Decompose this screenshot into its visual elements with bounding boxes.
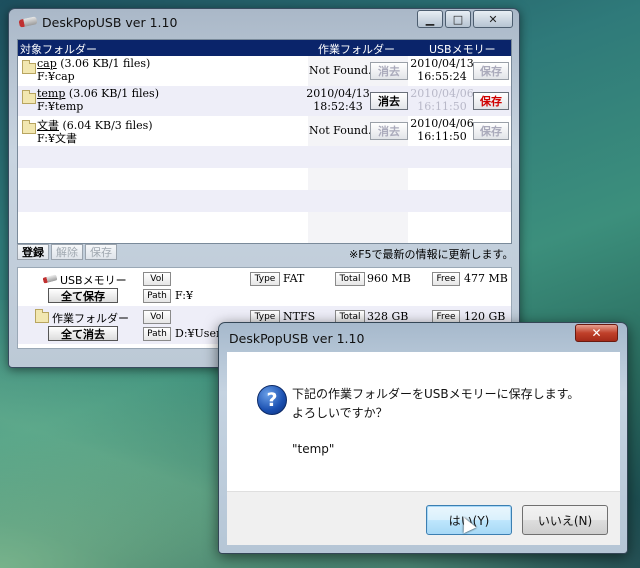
usb-info-row: USBメモリー 全て保存 Vol Path F:¥ Type FAT Total… bbox=[18, 268, 511, 306]
register-button[interactable]: 登録 bbox=[17, 244, 49, 260]
save-button[interactable]: 保存 bbox=[473, 122, 509, 140]
list-item[interactable]: 文書 (6.04 KB/3 files) F:¥文書 Not Found. 消去… bbox=[18, 116, 511, 146]
confirm-dialog: DeskPopUSB ver 1.10 ✕ ? 下記の作業フォルダーをUSBメモ… bbox=[218, 322, 628, 554]
clear-button[interactable]: 消去 bbox=[370, 122, 408, 140]
total-tag: Total bbox=[335, 272, 365, 286]
work-label: 作業フォルダー bbox=[52, 312, 129, 325]
usb-app-icon bbox=[18, 16, 38, 28]
dialog-body: ? 下記の作業フォルダーをUSBメモリーに保存します。 よろしいですか？ "te… bbox=[227, 352, 620, 491]
folder-icon bbox=[22, 120, 36, 134]
item-path: F:¥cap bbox=[37, 70, 75, 83]
list-item[interactable]: cap (3.06 KB/1 files) F:¥cap Not Found. … bbox=[18, 56, 511, 86]
main-window: DeskPopUSB ver 1.10 ▁ □ ✕ 対象フォルダー 作業フォルダ… bbox=[8, 8, 520, 368]
clear-all-button[interactable]: 全て消去 bbox=[48, 326, 118, 341]
free-tag: Free bbox=[432, 272, 460, 286]
minimize-button[interactable]: ▁ bbox=[417, 10, 443, 28]
column-usb[interactable]: USBメモリー bbox=[429, 41, 496, 57]
refresh-notice: ※F5で最新の情報に更新します。 bbox=[349, 248, 514, 261]
path-tag: Path bbox=[143, 289, 171, 303]
empty-row bbox=[18, 190, 511, 212]
release-button[interactable]: 解除 bbox=[51, 244, 83, 260]
list-item[interactable]: temp (3.06 KB/1 files) F:¥temp 2010/04/1… bbox=[18, 86, 511, 116]
usb-free: 477 MB bbox=[464, 272, 508, 285]
main-window-title: DeskPopUSB ver 1.10 bbox=[42, 15, 178, 30]
main-titlebar[interactable]: DeskPopUSB ver 1.10 ▁ □ ✕ bbox=[9, 9, 519, 37]
save-all-button[interactable]: 全て保存 bbox=[48, 288, 118, 303]
empty-row bbox=[18, 212, 511, 234]
save-button[interactable]: 保存 bbox=[473, 92, 509, 110]
question-icon: ? bbox=[257, 385, 287, 415]
folder-list[interactable]: 対象フォルダー 作業フォルダー USBメモリー cap (3.06 KB/1 f… bbox=[17, 39, 512, 244]
item-path: F:¥temp bbox=[37, 100, 84, 113]
maximize-button[interactable]: □ bbox=[445, 10, 471, 28]
close-button[interactable]: ✕ bbox=[473, 10, 513, 28]
usb-date: 2010/04/13 bbox=[410, 57, 474, 70]
usb-time: 16:11:50 bbox=[417, 130, 467, 143]
work-date: 2010/04/13 bbox=[306, 87, 370, 100]
list-header: 対象フォルダー 作業フォルダー USBメモリー bbox=[18, 40, 511, 56]
column-work[interactable]: 作業フォルダー bbox=[318, 41, 395, 57]
dialog-button-bar: はい(Y) いいえ(N) bbox=[227, 491, 620, 545]
save-tab-button[interactable]: 保存 bbox=[85, 244, 117, 260]
dialog-close-button[interactable]: ✕ bbox=[575, 324, 618, 342]
clear-button[interactable]: 消去 bbox=[370, 92, 408, 110]
usb-total: 960 MB bbox=[367, 272, 411, 285]
column-target[interactable]: 対象フォルダー bbox=[20, 41, 97, 57]
dialog-message-line1: 下記の作業フォルダーをUSBメモリーに保存します。 bbox=[292, 387, 580, 401]
dialog-message-line2: よろしいですか？ bbox=[292, 406, 388, 420]
usb-type: FAT bbox=[283, 272, 305, 285]
clear-button[interactable]: 消去 bbox=[370, 62, 408, 80]
dialog-title: DeskPopUSB ver 1.10 bbox=[229, 331, 365, 346]
folder-icon bbox=[35, 309, 49, 323]
usb-time: 16:55:24 bbox=[417, 70, 467, 83]
item-path: F:¥文書 bbox=[37, 132, 77, 145]
folder-icon bbox=[22, 60, 36, 74]
vol-tag: Vol bbox=[143, 272, 171, 286]
no-button[interactable]: いいえ(N) bbox=[522, 505, 608, 535]
vol-tag: Vol bbox=[143, 310, 171, 324]
path-tag: Path bbox=[143, 327, 171, 341]
action-bar: 登録 解除 保存 ※F5で最新の情報に更新します。 bbox=[17, 243, 514, 261]
save-button[interactable]: 保存 bbox=[473, 62, 509, 80]
work-status: Not Found. bbox=[309, 124, 372, 137]
folder-icon bbox=[22, 90, 36, 104]
empty-row bbox=[18, 168, 511, 190]
usb-date: 2010/04/06 bbox=[410, 87, 474, 100]
empty-row bbox=[18, 146, 511, 168]
usb-date: 2010/04/06 bbox=[410, 117, 474, 130]
usb-path: F:¥ bbox=[175, 289, 193, 302]
usb-drive-icon bbox=[42, 274, 58, 284]
type-tag: Type bbox=[250, 272, 280, 286]
item-name-label: temp (3.06 KB/1 files) bbox=[37, 87, 159, 100]
usb-label: USBメモリー bbox=[60, 274, 127, 287]
item-name-label: cap (3.06 KB/1 files) bbox=[37, 57, 151, 70]
dialog-folder-name: "temp" bbox=[292, 442, 335, 456]
work-time: 18:52:43 bbox=[313, 100, 363, 113]
usb-time: 16:11:50 bbox=[417, 100, 467, 113]
work-status: Not Found. bbox=[309, 64, 372, 77]
